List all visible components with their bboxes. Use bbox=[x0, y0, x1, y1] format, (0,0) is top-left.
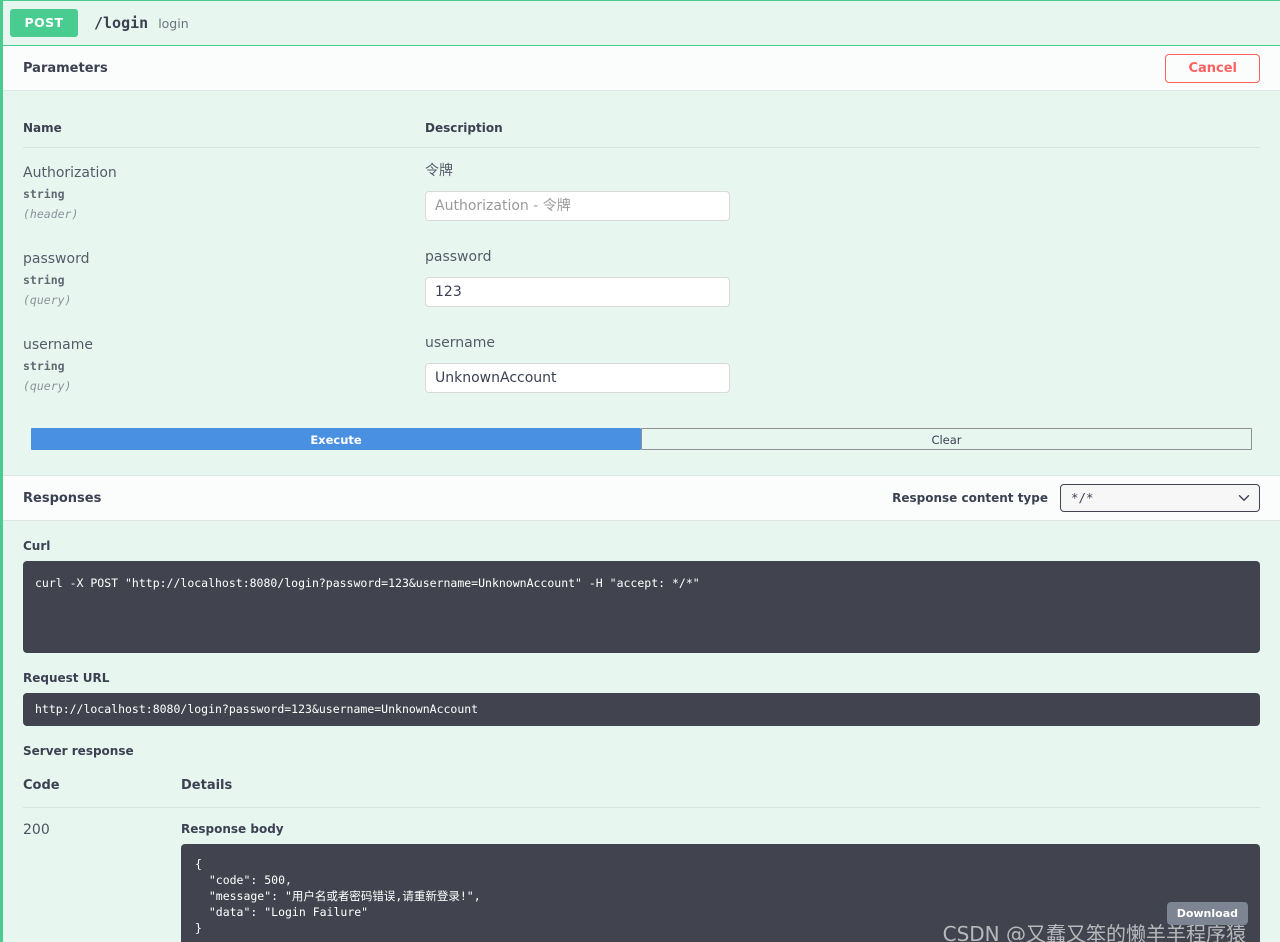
parameter-name-cell: password string (query) bbox=[23, 234, 425, 320]
server-response-label: Server response bbox=[23, 744, 134, 758]
parameter-type: string bbox=[23, 273, 65, 287]
parameter-type: string bbox=[23, 359, 65, 373]
password-input[interactable] bbox=[425, 277, 730, 307]
parameters-table-header-row: Name Description bbox=[23, 91, 1260, 148]
response-details-cell: Response body { "code": 500, "message": … bbox=[181, 808, 1260, 942]
parameter-location: (query) bbox=[23, 293, 72, 307]
response-body-box: { "code": 500, "message": "用户名或者密码错误,请重新… bbox=[181, 844, 1260, 942]
response-content-type-select[interactable]: */* bbox=[1060, 484, 1260, 512]
username-input[interactable] bbox=[425, 363, 730, 393]
parameter-name: password bbox=[23, 251, 90, 267]
parameters-title: Parameters bbox=[23, 60, 108, 76]
operation-summary[interactable]: POST /login login bbox=[3, 1, 1280, 46]
curl-command: curl -X POST "http://localhost:8080/logi… bbox=[23, 561, 1260, 653]
parameter-location: (query) bbox=[23, 379, 72, 393]
clear-button[interactable]: Clear bbox=[641, 428, 1252, 450]
table-row: username string (query) username bbox=[23, 320, 1260, 406]
operation-summary-text: login bbox=[158, 15, 189, 31]
response-content-type-group: Response content type */* bbox=[892, 484, 1260, 512]
table-row: Authorization string (header) 令牌 bbox=[23, 148, 1260, 235]
response-code-cell: 200 bbox=[23, 808, 181, 942]
request-url-label: Request URL bbox=[23, 671, 110, 685]
parameters-header: Parameters Cancel bbox=[3, 46, 1280, 91]
parameter-description-cell: 令牌 bbox=[425, 148, 1260, 235]
cancel-button[interactable]: Cancel bbox=[1165, 53, 1260, 83]
parameter-name-cell: username string (query) bbox=[23, 320, 425, 406]
parameters-table-wrap: Name Description Authorization string (h… bbox=[3, 91, 1280, 406]
response-content-type-value: */* bbox=[1071, 490, 1094, 505]
response-content-type-label: Response content type bbox=[892, 491, 1048, 505]
column-header-name: Name bbox=[23, 91, 425, 148]
authorization-input[interactable] bbox=[425, 191, 730, 221]
parameter-name: username bbox=[23, 337, 93, 353]
column-header-code: Code bbox=[23, 766, 181, 808]
table-row: 200 Response body { "code": 500, "messag… bbox=[23, 808, 1260, 942]
parameter-description-cell: password bbox=[425, 234, 1260, 320]
parameter-description: password bbox=[425, 249, 492, 265]
response-body-label: Response body bbox=[181, 822, 284, 836]
curl-label: Curl bbox=[23, 539, 51, 553]
parameter-description: username bbox=[425, 335, 495, 351]
operation-block: POST /login login Parameters Cancel Name… bbox=[0, 0, 1280, 942]
parameter-name-cell: Authorization string (header) bbox=[23, 148, 425, 235]
operation-path: /login bbox=[94, 14, 149, 32]
responses-body: Curl curl -X POST "http://localhost:8080… bbox=[3, 521, 1280, 942]
chevron-down-icon bbox=[1238, 495, 1250, 501]
response-table-header-row: Code Details bbox=[23, 766, 1260, 808]
download-button[interactable]: Download bbox=[1166, 902, 1248, 925]
execute-button[interactable]: Execute bbox=[31, 428, 641, 450]
server-response-table: Code Details 200 Response body { "code":… bbox=[23, 766, 1260, 942]
column-header-details: Details bbox=[181, 766, 1260, 808]
parameter-type: string bbox=[23, 187, 65, 201]
parameters-table: Name Description Authorization string (h… bbox=[23, 91, 1260, 406]
responses-title: Responses bbox=[23, 490, 102, 506]
responses-header: Responses Response content type */* bbox=[3, 475, 1280, 521]
parameter-description-cell: username bbox=[425, 320, 1260, 406]
parameter-location: (header) bbox=[23, 207, 79, 221]
http-method-badge: POST bbox=[10, 9, 78, 37]
execute-row: Execute Clear bbox=[3, 406, 1280, 475]
status-code: 200 bbox=[23, 822, 50, 838]
request-url: http://localhost:8080/login?password=123… bbox=[23, 693, 1260, 726]
parameter-description: 令牌 bbox=[425, 163, 453, 179]
response-body: { "code": 500, "message": "用户名或者密码错误,请重新… bbox=[195, 857, 481, 935]
parameter-name: Authorization bbox=[23, 165, 117, 181]
column-header-description: Description bbox=[425, 91, 1260, 148]
table-row: password string (query) password bbox=[23, 234, 1260, 320]
